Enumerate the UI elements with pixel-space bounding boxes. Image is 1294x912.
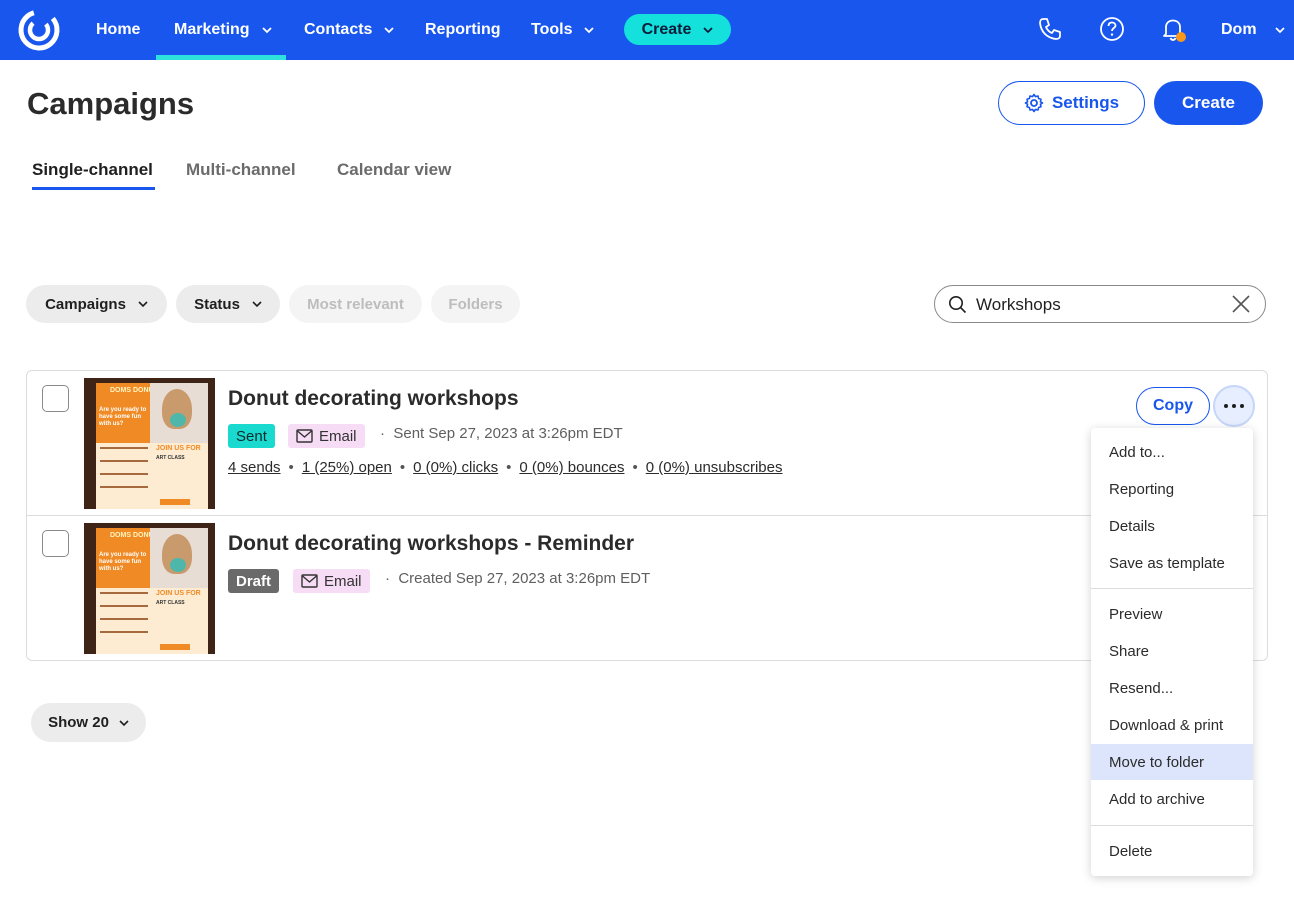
thumbnail-paper: DOMS DONUTS Are you ready to have some f… — [96, 383, 208, 509]
nav-reporting[interactable]: Reporting — [425, 0, 501, 60]
thumbnail-cta — [160, 644, 190, 650]
folders-filter: Folders — [431, 285, 520, 323]
menu-item-move-to-folder[interactable]: Move to folder — [1091, 744, 1253, 780]
menu-item-preview[interactable]: Preview — [1091, 596, 1253, 632]
chevron-down-icon — [119, 719, 129, 726]
chevron-down-icon — [252, 301, 262, 308]
phone-icon[interactable] — [1037, 16, 1063, 42]
unsubscribes-link[interactable]: 0 (0%) unsubscribes — [646, 459, 783, 476]
campaign-title[interactable]: Donut decorating workshops — [228, 387, 519, 411]
menu-item-save-as-template[interactable]: Save as template — [1091, 545, 1253, 581]
row-checkbox[interactable] — [42, 530, 69, 557]
row-divider — [26, 515, 1268, 516]
campaign-thumbnail[interactable]: DOMS DONUTS Are you ready to have some f… — [84, 523, 215, 654]
thumbnail-lines — [100, 447, 148, 499]
nav-marketing[interactable]: Marketing — [174, 0, 272, 60]
gear-icon — [1024, 93, 1044, 113]
thumbnail-hero-text: Are you ready to have some fun with us? — [99, 407, 147, 427]
menu-separator — [1091, 588, 1253, 589]
thumbnail-headline: JOIN US FOR ART CLASS — [156, 590, 201, 606]
close-icon[interactable] — [1232, 295, 1250, 313]
menu-item-add-to-archive[interactable]: Add to archive — [1091, 781, 1253, 817]
clicks-link[interactable]: 0 (0%) clicks — [413, 459, 498, 476]
row-checkbox[interactable] — [42, 385, 69, 412]
channel-badge: Email — [288, 424, 365, 448]
menu-item-delete[interactable]: Delete — [1091, 833, 1253, 869]
help-icon[interactable] — [1099, 16, 1125, 42]
nav-tools[interactable]: Tools — [531, 0, 595, 60]
page-title: Campaigns — [27, 86, 195, 121]
tab-calendar-view[interactable]: Calendar view — [337, 160, 451, 180]
menu-item-details[interactable]: Details — [1091, 508, 1253, 544]
constant-contact-logo-icon[interactable] — [17, 8, 61, 52]
sort-filter: Most relevant — [289, 285, 422, 323]
search-input[interactable]: Workshops — [934, 285, 1266, 323]
tab-multi-channel[interactable]: Multi-channel — [186, 160, 296, 180]
menu-separator — [1091, 825, 1253, 826]
campaign-thumbnail[interactable]: DOMS DONUTS Are you ready to have some f… — [84, 378, 215, 509]
top-nav: Home Marketing Contacts Reporting Tools … — [0, 0, 1294, 60]
campaign-meta: · Created Sep 27, 2023 at 3:26pm EDT — [385, 570, 651, 587]
bounces-link[interactable]: 0 (0%) bounces — [519, 459, 624, 476]
thumbnail-headline: JOIN US FOR ART CLASS — [156, 445, 201, 461]
menu-item-resend[interactable]: Resend... — [1091, 670, 1253, 706]
status-badge: Sent — [228, 424, 275, 448]
thumbnail-hero-text: Are you ready to have some fun with us? — [99, 552, 147, 572]
notification-dot — [1176, 32, 1186, 42]
chevron-down-icon — [261, 27, 272, 34]
nav-active-indicator — [156, 55, 286, 60]
copy-button[interactable]: Copy — [1136, 387, 1210, 425]
thumbnail-lines — [100, 592, 148, 644]
user-menu[interactable]: Dom — [1221, 0, 1285, 60]
donut-image-icon — [170, 558, 186, 572]
page-size-select[interactable]: Show 20 — [31, 703, 146, 742]
donut-image-icon — [170, 413, 186, 427]
menu-item-share[interactable]: Share — [1091, 633, 1253, 669]
envelope-icon — [301, 574, 318, 588]
menu-item-download-print[interactable]: Download & print — [1091, 707, 1253, 743]
tab-active-indicator — [32, 187, 155, 190]
chevron-down-icon — [1274, 27, 1285, 34]
chevron-down-icon — [384, 27, 395, 34]
nav-home[interactable]: Home — [96, 0, 140, 60]
menu-item-add-to[interactable]: Add to... — [1091, 434, 1253, 470]
settings-button[interactable]: Settings — [998, 81, 1145, 125]
chevron-down-icon — [584, 27, 595, 34]
envelope-icon — [296, 429, 313, 443]
status-badge: Draft — [228, 569, 280, 593]
nav-create-button[interactable]: Create — [624, 14, 731, 45]
sends-link[interactable]: 4 sends — [228, 459, 281, 476]
chevron-down-icon — [703, 26, 714, 33]
menu-item-reporting[interactable]: Reporting — [1091, 471, 1253, 507]
campaigns-filter[interactable]: Campaigns — [26, 285, 167, 323]
ellipsis-icon — [1224, 404, 1228, 408]
create-button[interactable]: Create — [1154, 81, 1263, 125]
channel-badge: Email — [293, 569, 370, 593]
thumbnail-cta — [160, 499, 190, 505]
opens-link[interactable]: 1 (25%) open — [302, 459, 392, 476]
chevron-down-icon — [138, 301, 148, 308]
more-options-menu: Add to... Reporting Details Save as temp… — [1091, 428, 1253, 876]
campaign-stats: 4 sends • 1 (25%) open • 0 (0%) clicks • 0 … — [228, 459, 783, 476]
campaign-title[interactable]: Donut decorating workshops - Reminder — [228, 532, 634, 556]
search-value: Workshops — [976, 295, 1061, 314]
tab-single-channel[interactable]: Single-channel — [32, 160, 153, 180]
more-options-button[interactable] — [1213, 385, 1255, 427]
campaign-meta: · Sent Sep 27, 2023 at 3:26pm EDT — [380, 425, 623, 442]
status-filter[interactable]: Status — [176, 285, 280, 323]
search-icon — [949, 296, 967, 314]
thumbnail-paper: DOMS DONUTS Are you ready to have some f… — [96, 528, 208, 654]
nav-contacts[interactable]: Contacts — [304, 0, 395, 60]
